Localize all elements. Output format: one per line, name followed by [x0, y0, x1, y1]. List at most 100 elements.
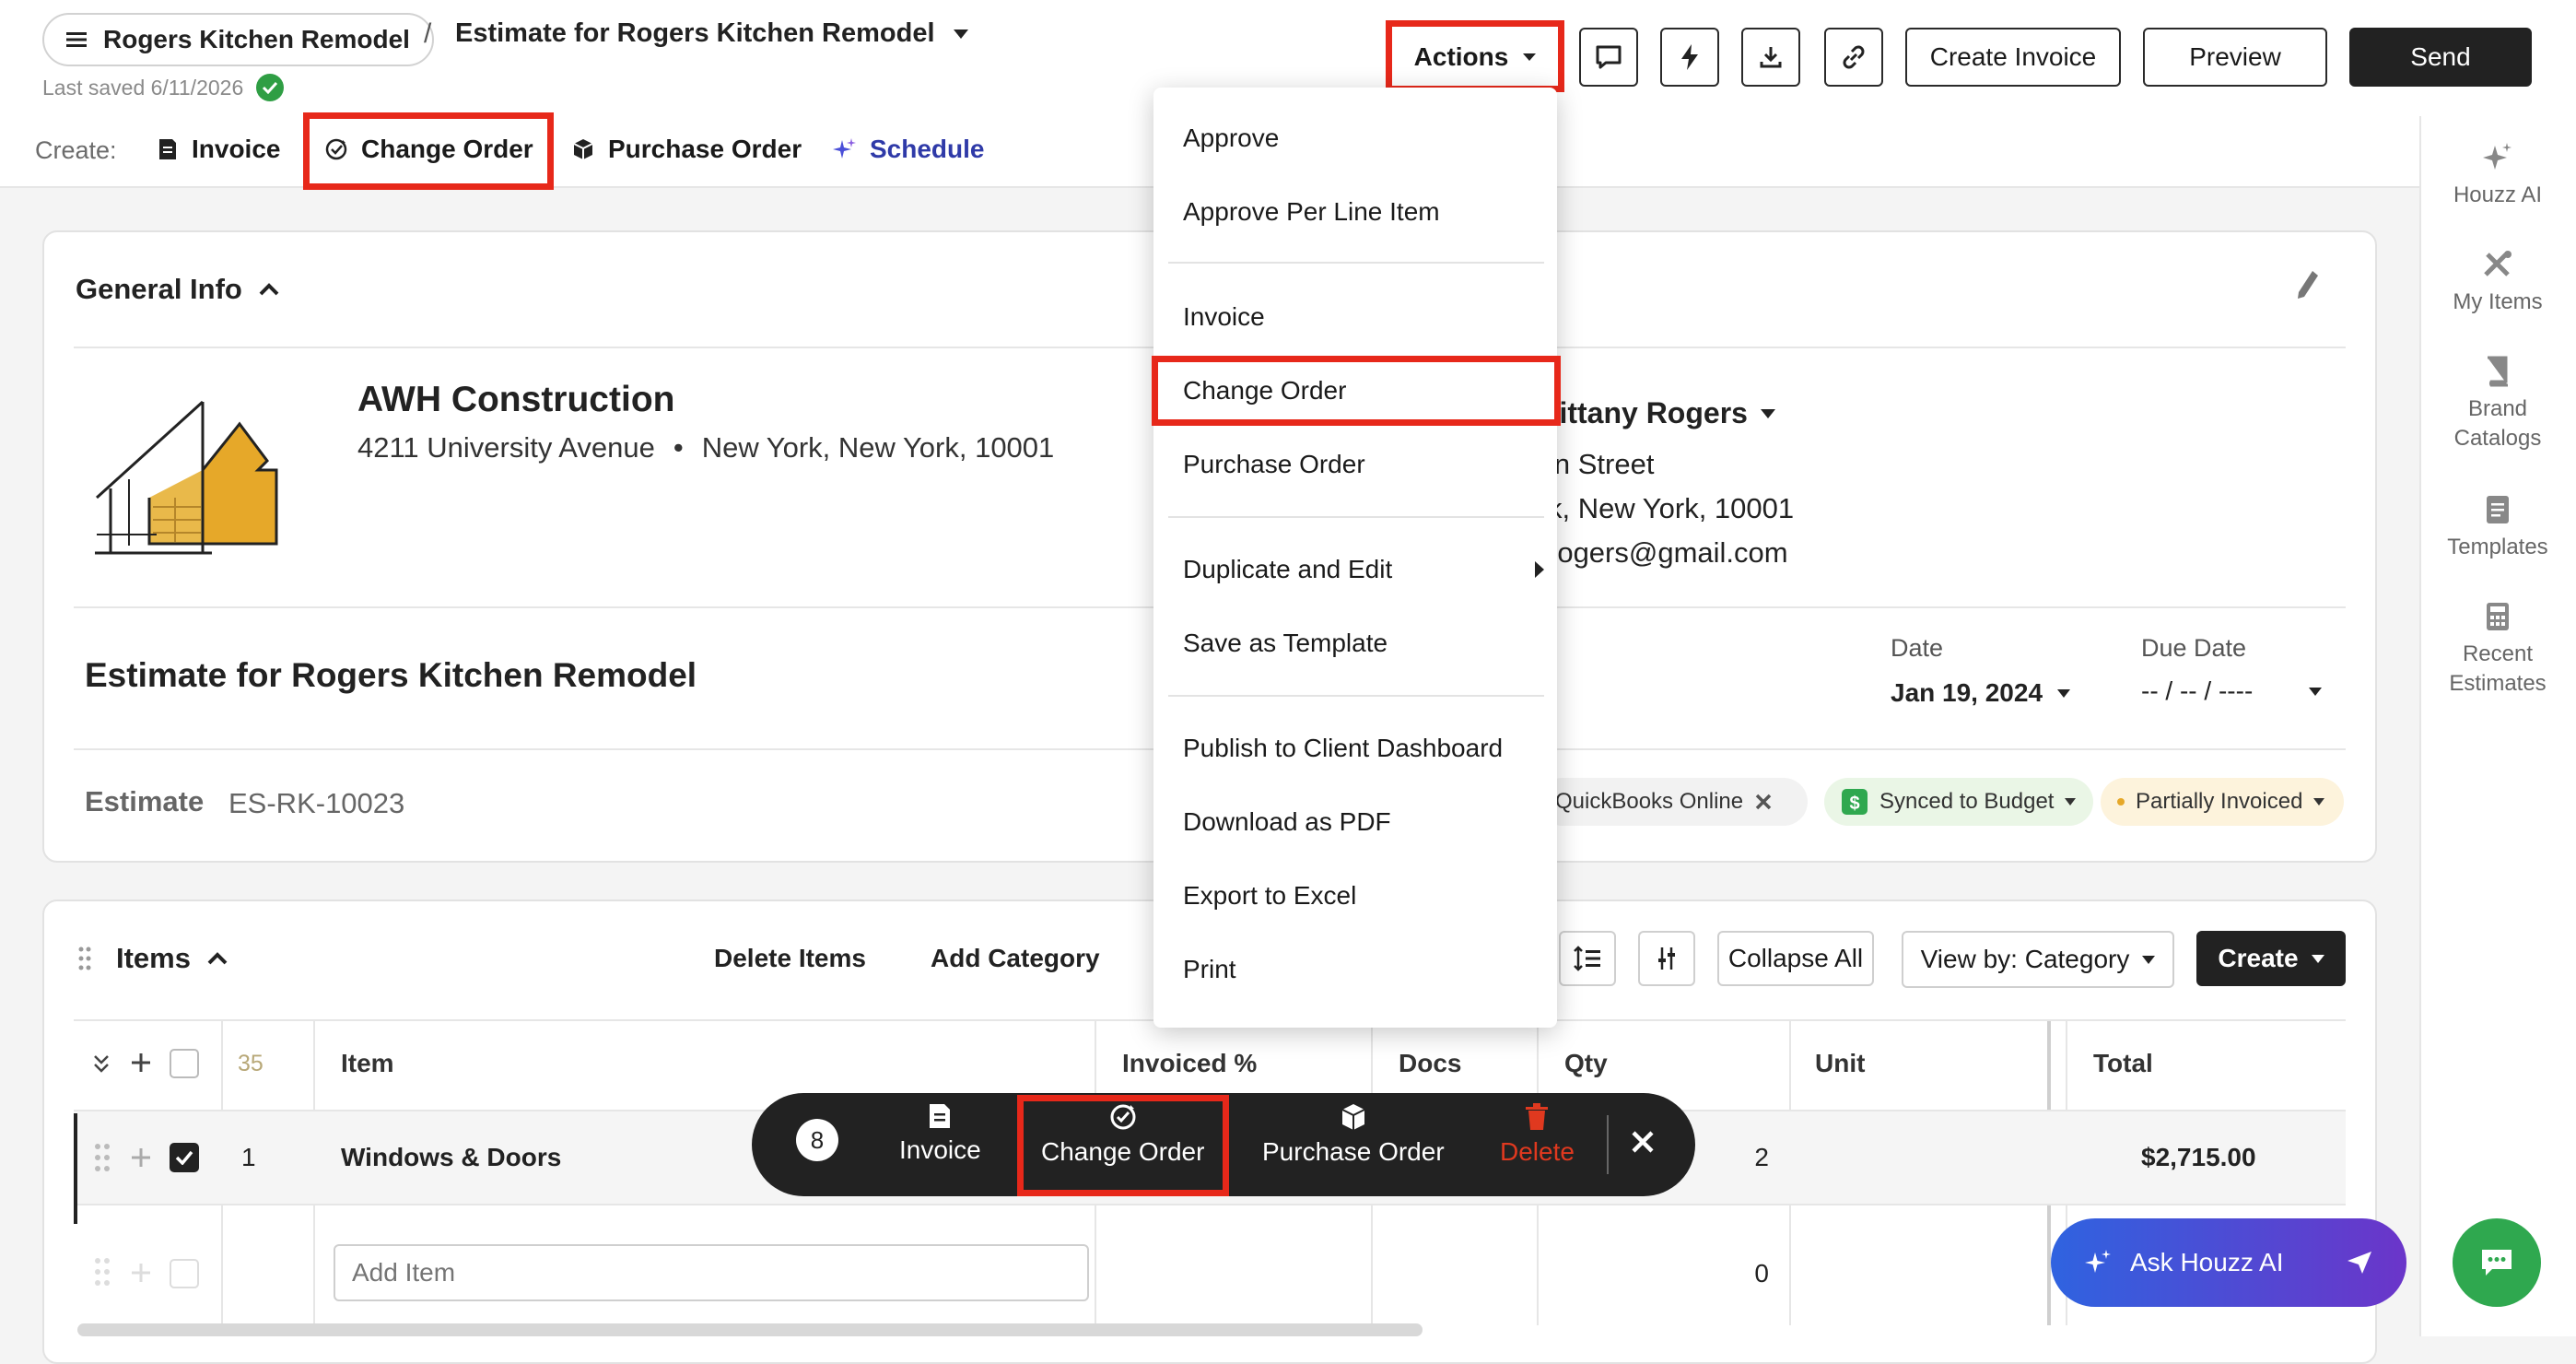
menu-divider [1168, 695, 1544, 697]
view-by-select[interactable]: View by: Category [1902, 931, 2174, 988]
add-category-button[interactable]: Add Category [931, 944, 1100, 973]
date-value: Jan 19, 2024 [1891, 678, 2043, 707]
download-button[interactable] [1741, 28, 1800, 87]
column-unit[interactable]: Unit [1815, 1049, 1865, 1078]
row-total: $2,715.00 [2141, 1143, 2256, 1171]
box-icon [1339, 1102, 1368, 1132]
rail-recent-estimates[interactable]: Recent Estimates [2419, 601, 2576, 699]
row-qty[interactable]: 2 [1732, 1143, 1769, 1172]
sparkle-icon [833, 137, 857, 161]
quickbooks-tag[interactable]: QuickBooks Online [1539, 778, 1808, 826]
horizontal-scrollbar[interactable] [77, 1323, 1423, 1336]
company-street: 4211 University Avenue [357, 431, 655, 464]
invoice-status-tag[interactable]: Partially Invoiced [2101, 778, 2344, 826]
due-date-picker[interactable]: -- / -- / ---- [2141, 676, 2322, 706]
bulk-purchase-order-button[interactable]: Purchase Order [1262, 1102, 1445, 1167]
bulk-purchase-order-label: Purchase Order [1262, 1137, 1445, 1166]
bulk-delete-button[interactable]: Delete [1500, 1102, 1575, 1167]
estimate-number: ES-RK-10023 [228, 787, 405, 819]
selected-count-badge: 8 [796, 1119, 838, 1161]
menu-save-as-template[interactable]: Save as Template [1183, 629, 1388, 658]
items-toggle[interactable]: Items [116, 942, 228, 975]
expand-all-icon[interactable] [92, 1052, 111, 1075]
general-info-toggle[interactable]: General Info [76, 273, 279, 306]
client-street: in Street [1548, 448, 1655, 480]
menu-download-as-pdf[interactable]: Download as PDF [1183, 807, 1391, 837]
delete-items-button[interactable]: Delete Items [714, 944, 866, 973]
column-qty[interactable]: Qty [1564, 1049, 1608, 1078]
row-item-name[interactable]: Windows & Doors [341, 1143, 561, 1172]
caret-down-icon [1760, 408, 1775, 418]
project-selector[interactable]: Rogers Kitchen Remodel [42, 13, 434, 66]
menu-approve-per-line-item[interactable]: Approve Per Line Item [1183, 197, 1440, 227]
caret-down-icon [2057, 688, 2071, 698]
menu-export-to-excel[interactable]: Export to Excel [1183, 881, 1356, 911]
comment-icon [1595, 44, 1622, 70]
row-checkbox[interactable] [170, 1143, 199, 1172]
create-invoice-button[interactable]: Create Invoice [1905, 28, 2121, 87]
menu-purchase-order[interactable]: Purchase Order [1183, 450, 1365, 479]
menu-invoice[interactable]: Invoice [1183, 302, 1265, 332]
document-title-dropdown[interactable]: Estimate for Rogers Kitchen Remodel [455, 18, 968, 49]
comment-button[interactable] [1579, 28, 1638, 87]
drag-handle-icon[interactable] [94, 1143, 111, 1172]
caret-right-icon [1535, 561, 1544, 578]
close-bulk-bar-button[interactable] [1631, 1130, 1655, 1154]
create-schedule-link[interactable]: Schedule [833, 135, 984, 164]
create-change-order-link[interactable]: Change Order [324, 135, 533, 164]
rail-templates[interactable]: Templates [2419, 494, 2576, 562]
column-settings-button[interactable] [1638, 931, 1695, 986]
rail-houzz-ai[interactable]: Houzz AI [2419, 142, 2576, 210]
select-all-checkbox[interactable] [170, 1049, 199, 1078]
menu-publish-to-client-dashboard[interactable]: Publish to Client Dashboard [1183, 734, 1503, 763]
column-total[interactable]: Total [2093, 1049, 2153, 1078]
actions-label: Actions [1413, 42, 1509, 71]
menu-duplicate-and-edit[interactable]: Duplicate and Edit [1183, 555, 1544, 584]
preview-button[interactable]: Preview [2143, 28, 2327, 87]
send-button[interactable]: Send [2349, 28, 2532, 87]
chevron-up-icon [259, 283, 279, 296]
create-change-order-label: Change Order [361, 135, 533, 163]
client-selector[interactable]: rittany Rogers [1548, 396, 1775, 430]
add-item-input[interactable] [334, 1244, 1089, 1301]
menu-approve[interactable]: Approve [1183, 123, 1279, 153]
bullet-separator: • [673, 431, 684, 464]
line-spacing-button[interactable] [1559, 931, 1616, 986]
rail-brand-catalogs[interactable]: Brand Catalogs [2419, 356, 2576, 453]
menu-duplicate-label: Duplicate and Edit [1183, 555, 1393, 583]
actions-button[interactable]: Actions [1393, 28, 1557, 87]
date-picker[interactable]: Jan 19, 2024 [1891, 678, 2071, 708]
lightning-button[interactable] [1660, 28, 1719, 87]
create-item-label: Create [2218, 944, 2299, 972]
add-row-checkbox [170, 1259, 199, 1288]
bulk-change-order-button[interactable]: Change Order [1041, 1102, 1204, 1167]
copy-link-button[interactable] [1824, 28, 1883, 87]
menu-print[interactable]: Print [1183, 955, 1236, 984]
chat-button[interactable] [2453, 1218, 2541, 1307]
add-subitem-icon[interactable] [129, 1146, 153, 1170]
create-invoice-label: Invoice [192, 135, 281, 163]
add-row-icon[interactable] [129, 1051, 153, 1075]
drag-handle-icon[interactable] [77, 946, 92, 971]
column-invoiced[interactable]: Invoiced % [1122, 1049, 1257, 1078]
budget-sync-tag[interactable]: $ Synced to Budget [1824, 778, 2093, 826]
project-name: Rogers Kitchen Remodel [103, 25, 410, 53]
caret-down-icon [2311, 954, 2324, 963]
create-invoice-link[interactable]: Invoice [157, 135, 280, 164]
rail-my-items[interactable]: My Items [2419, 249, 2576, 317]
chat-icon [2479, 1247, 2514, 1278]
tools-icon [2482, 249, 2513, 280]
create-purchase-order-link[interactable]: Purchase Order [571, 135, 802, 164]
invoice-icon [157, 137, 179, 161]
menu-change-order[interactable]: Change Order [1183, 376, 1346, 406]
column-item[interactable]: Item [341, 1049, 394, 1078]
create-item-button[interactable]: Create [2196, 931, 2346, 986]
estimate-title: Estimate for Rogers Kitchen Remodel [85, 656, 697, 694]
collapse-all-button[interactable]: Collapse All [1717, 931, 1874, 986]
edit-general-info-button[interactable] [2296, 269, 2320, 300]
ask-houzz-ai-button[interactable]: Ask Houzz AI [2051, 1218, 2406, 1307]
bulk-invoice-button[interactable]: Invoice [899, 1102, 981, 1165]
column-docs[interactable]: Docs [1399, 1049, 1461, 1078]
bulk-change-order-label: Change Order [1041, 1137, 1205, 1166]
drag-handle-icon [94, 1257, 111, 1287]
